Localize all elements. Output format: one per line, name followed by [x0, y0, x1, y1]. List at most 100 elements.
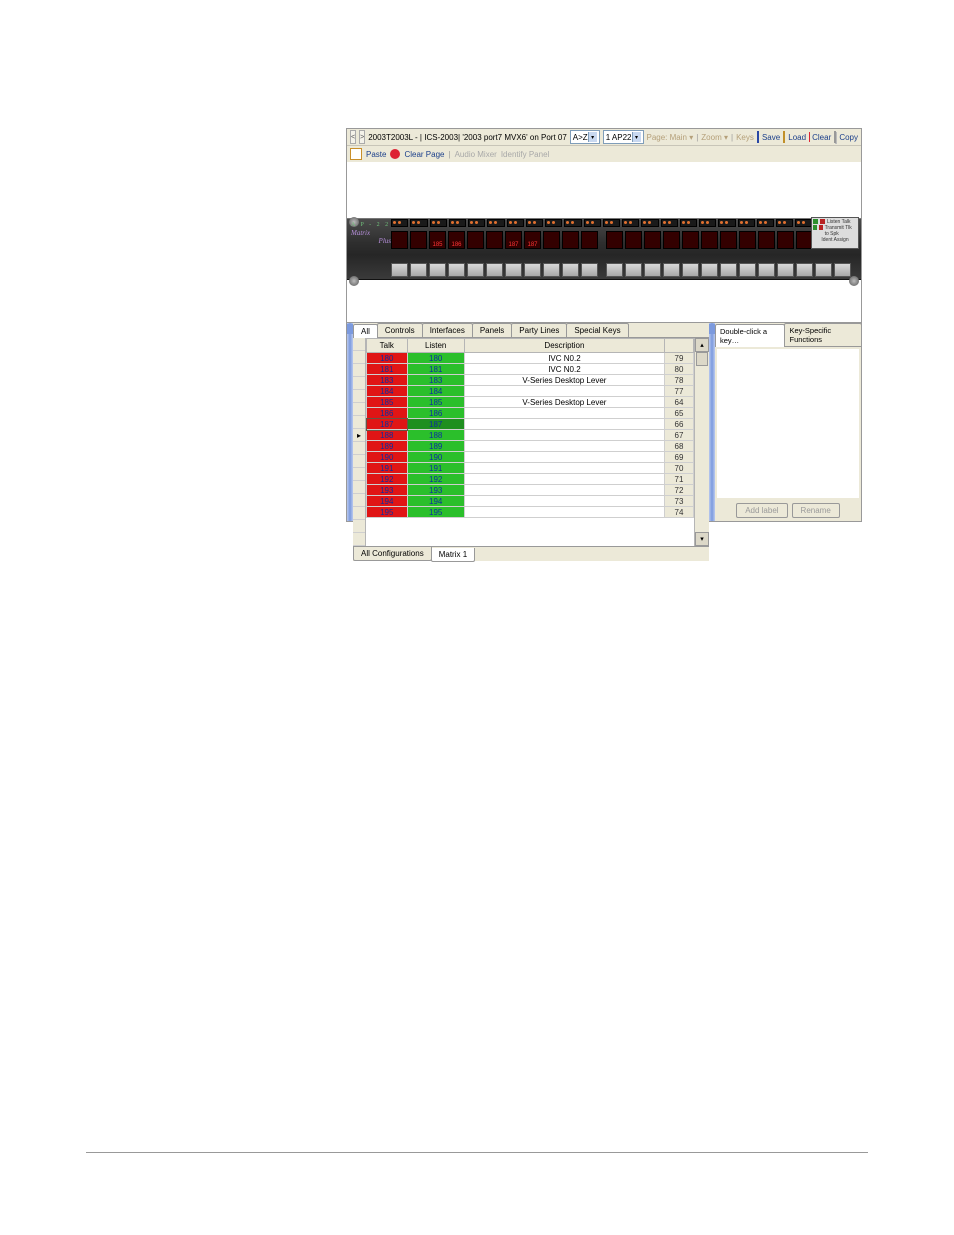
save-button[interactable]: Save [762, 133, 780, 142]
panel-key[interactable] [562, 263, 579, 277]
talk-cell[interactable]: 190 [367, 452, 408, 463]
table-row[interactable]: 19219271 [367, 474, 694, 485]
table-row[interactable]: 19419473 [367, 496, 694, 507]
panel-key[interactable] [834, 263, 851, 277]
paste-button[interactable]: Paste [366, 150, 386, 159]
display-slot[interactable]: 186 [448, 231, 465, 249]
talk-cell[interactable]: 185 [367, 397, 408, 408]
table-row[interactable]: 18418477 [367, 386, 694, 397]
desc-cell[interactable] [464, 452, 664, 463]
panel-key[interactable] [448, 263, 465, 277]
splitter-right[interactable] [709, 323, 715, 521]
talk-cell[interactable]: 188 [367, 430, 408, 441]
desc-cell[interactable]: V-Series Desktop Lever [464, 397, 664, 408]
panel-key[interactable] [429, 263, 446, 277]
config-tab[interactable]: All Configurations [353, 547, 432, 561]
display-slot[interactable] [682, 231, 699, 249]
desc-cell[interactable] [464, 430, 664, 441]
nav-forward-button[interactable]: > [359, 130, 365, 144]
talk-cell[interactable]: 194 [367, 496, 408, 507]
scroll-down-button[interactable]: ▾ [695, 532, 709, 546]
desc-cell[interactable] [464, 463, 664, 474]
panel-key[interactable] [701, 263, 718, 277]
display-slot[interactable] [701, 231, 718, 249]
talk-cell[interactable]: 192 [367, 474, 408, 485]
display-slot[interactable]: 187 [505, 231, 522, 249]
talk-cell[interactable]: 187 [367, 419, 408, 430]
category-tab[interactable]: Special Keys [566, 323, 628, 337]
listen-cell[interactable]: 191 [407, 463, 464, 474]
row-header[interactable] [353, 364, 365, 377]
display-slot[interactable] [543, 231, 560, 249]
panel-key[interactable] [606, 263, 623, 277]
keys-button[interactable]: Keys [736, 133, 754, 142]
listen-cell[interactable]: 185 [407, 397, 464, 408]
talk-cell[interactable]: 181 [367, 364, 408, 375]
nav-back-button[interactable]: < [350, 130, 356, 144]
panel-key[interactable] [543, 263, 560, 277]
panel-key[interactable] [486, 263, 503, 277]
row-header[interactable]: ▸ [353, 429, 365, 442]
listen-cell[interactable]: 194 [407, 496, 464, 507]
row-header[interactable] [353, 507, 365, 520]
listen-cell[interactable]: 187 [407, 419, 464, 430]
display-slot[interactable] [391, 231, 408, 249]
desc-cell[interactable] [464, 386, 664, 397]
display-slot[interactable]: 187 [524, 231, 541, 249]
config-tab[interactable]: Matrix 1 [431, 548, 475, 562]
table-row[interactable]: 18718766 [367, 419, 694, 430]
desc-cell[interactable]: V-Series Desktop Lever [464, 375, 664, 386]
panel-key[interactable] [682, 263, 699, 277]
panel-key[interactable] [467, 263, 484, 277]
desc-cell[interactable]: IVC N0.2 [464, 364, 664, 375]
listen-cell[interactable]: 184 [407, 386, 464, 397]
listen-cell[interactable]: 190 [407, 452, 464, 463]
table-row[interactable]: 18918968 [367, 441, 694, 452]
right-tab[interactable]: Double-click a key… [715, 324, 785, 347]
row-header[interactable] [353, 390, 365, 403]
talk-cell[interactable]: 189 [367, 441, 408, 452]
display-slot[interactable] [777, 231, 794, 249]
panel-key[interactable] [644, 263, 661, 277]
talk-cell[interactable]: 180 [367, 353, 408, 364]
desc-cell[interactable]: IVC N0.2 [464, 353, 664, 364]
listen-cell[interactable]: 193 [407, 485, 464, 496]
listen-cell[interactable]: 180 [407, 353, 464, 364]
talk-cell[interactable]: 184 [367, 386, 408, 397]
listen-cell[interactable]: 195 [407, 507, 464, 518]
display-slot[interactable] [581, 231, 598, 249]
copy-button[interactable]: Copy [839, 133, 858, 142]
listen-cell[interactable]: 183 [407, 375, 464, 386]
row-header[interactable] [353, 351, 365, 364]
table-row[interactable]: 18818867 [367, 430, 694, 441]
table-row[interactable]: 19519574 [367, 507, 694, 518]
desc-cell[interactable] [464, 408, 664, 419]
table-row[interactable]: 183183V-Series Desktop Lever78 [367, 375, 694, 386]
display-slot[interactable] [625, 231, 642, 249]
row-header[interactable] [353, 494, 365, 507]
row-header[interactable] [353, 455, 365, 468]
panel-key[interactable] [505, 263, 522, 277]
category-tab[interactable]: Panels [472, 323, 512, 337]
talk-cell[interactable]: 183 [367, 375, 408, 386]
display-slot[interactable] [739, 231, 756, 249]
row-header[interactable] [353, 468, 365, 481]
table-row[interactable]: 181181IVC N0.280 [367, 364, 694, 375]
panel-id-dropdown[interactable]: 1 AP22▾ [603, 130, 644, 144]
panel-key[interactable] [524, 263, 541, 277]
category-tab[interactable]: Controls [377, 323, 423, 337]
desc-cell[interactable] [464, 485, 664, 496]
desc-cell[interactable] [464, 507, 664, 518]
talk-cell[interactable]: 193 [367, 485, 408, 496]
panel-key[interactable] [739, 263, 756, 277]
row-header[interactable] [353, 442, 365, 455]
display-slot[interactable] [644, 231, 661, 249]
clear-button[interactable]: Clear [812, 133, 831, 142]
panel-key[interactable] [391, 263, 408, 277]
talk-cell[interactable]: 191 [367, 463, 408, 474]
zoom-selector[interactable]: Zoom ▾ [701, 133, 728, 142]
category-tab[interactable]: All [353, 324, 378, 338]
table-row[interactable]: 19019069 [367, 452, 694, 463]
panel-key[interactable] [663, 263, 680, 277]
right-tab[interactable]: Key-Specific Functions [784, 323, 862, 346]
